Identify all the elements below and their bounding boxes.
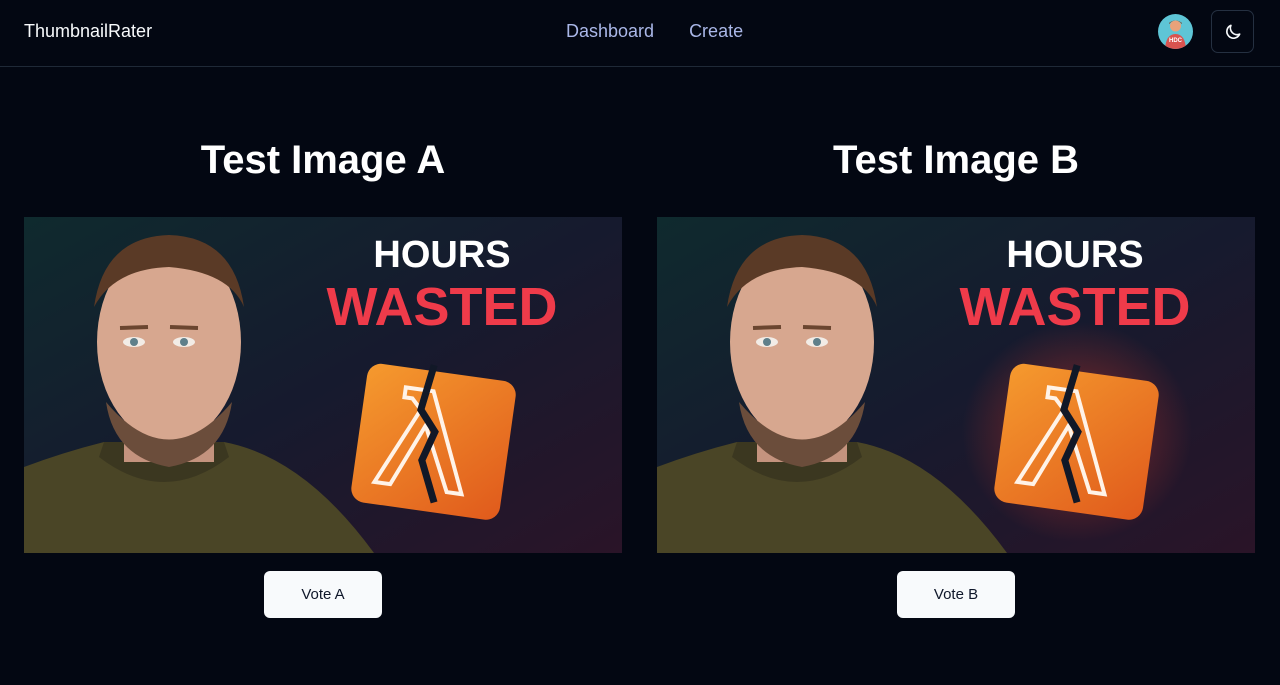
top-nav-bar: ThumbnailRater Dashboard Create HDC bbox=[0, 0, 1280, 67]
thumbnail-headline-line1: HOURS bbox=[373, 234, 510, 276]
cracked-lambda-logo bbox=[994, 363, 1159, 520]
thumbnail-headline-line2: WASTED bbox=[326, 277, 557, 337]
avatar-illustration: HDC bbox=[1165, 20, 1186, 49]
thumbnail-headline-line1: HOURS bbox=[1006, 234, 1143, 276]
avatar-text: HDC bbox=[1169, 38, 1183, 44]
cracked-lambda-logo bbox=[351, 363, 516, 520]
nav-link-create[interactable]: Create bbox=[689, 21, 743, 42]
brand-logo-text[interactable]: ThumbnailRater bbox=[24, 21, 152, 42]
test-title-b: Test Image B bbox=[833, 138, 1079, 182]
user-avatar[interactable]: HDC bbox=[1158, 14, 1193, 49]
test-title-a: Test Image A bbox=[200, 138, 446, 182]
main-nav: Dashboard Create bbox=[566, 21, 743, 42]
theme-toggle-button[interactable] bbox=[1211, 10, 1254, 53]
thumbnail-headline-line2: WASTED bbox=[959, 277, 1190, 337]
vote-a-button[interactable]: Vote A bbox=[264, 571, 382, 618]
thumbnail-image-b: HOURS WASTED bbox=[657, 217, 1255, 553]
thumbnail-image-a: HOURS WASTED bbox=[24, 217, 622, 553]
vote-b-button[interactable]: Vote B bbox=[897, 571, 1015, 618]
nav-link-dashboard[interactable]: Dashboard bbox=[566, 21, 654, 42]
moon-icon bbox=[1225, 24, 1240, 39]
